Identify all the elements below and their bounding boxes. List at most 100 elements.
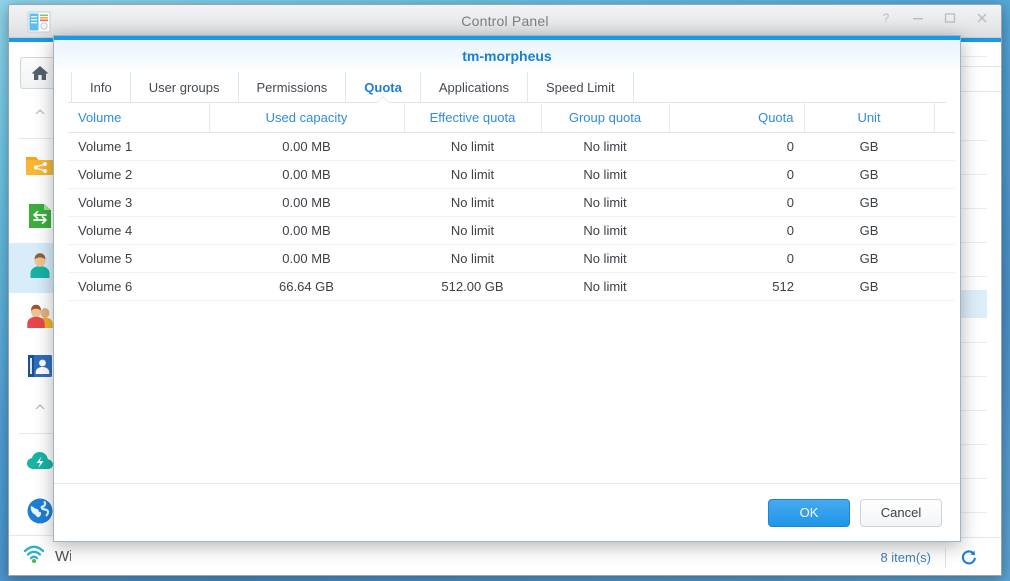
cell-group-quota: No limit (541, 160, 669, 188)
column-header-group-quota[interactable]: Group quota (541, 103, 669, 132)
refresh-icon[interactable] (946, 549, 987, 566)
cell-spacer (934, 216, 955, 244)
cell-used-capacity: 66.64 GB (209, 272, 404, 300)
cell-quota[interactable]: 0 (669, 244, 804, 272)
maximize-button[interactable] (943, 11, 957, 25)
help-button[interactable]: ? (879, 11, 893, 25)
close-button[interactable] (975, 11, 989, 25)
cell-spacer (934, 244, 955, 272)
quota-table-body: Volume 1 0.00 MB No limit No limit 0 GB … (68, 132, 955, 300)
cell-used-capacity: 0.00 MB (209, 160, 404, 188)
table-header-row: Volume Used capacity Effective quota Gro… (68, 103, 955, 132)
shared-folder-icon (25, 153, 55, 184)
cell-effective-quota: No limit (404, 216, 541, 244)
cell-effective-quota: No limit (404, 132, 541, 160)
cell-quota[interactable]: 0 (669, 216, 804, 244)
quota-table-header: Volume Used capacity Effective quota Gro… (68, 103, 955, 132)
cell-effective-quota: No limit (404, 244, 541, 272)
cell-spacer (934, 188, 955, 216)
chevron-up-icon-2: ^ (34, 402, 47, 420)
column-header-volume[interactable]: Volume (68, 103, 209, 132)
ok-button[interactable]: OK (768, 499, 850, 527)
tab-info-label: Info (90, 80, 112, 95)
wireless-icon (23, 545, 45, 568)
column-header-spacer (934, 103, 955, 132)
quota-panel: Volume Used capacity Effective quota Gro… (54, 103, 960, 483)
table-row[interactable]: Volume 4 0.00 MB No limit No limit 0 GB (68, 216, 955, 244)
cell-unit[interactable]: GB (804, 216, 934, 244)
tab-user-groups[interactable]: User groups (130, 72, 238, 103)
cell-used-capacity: 0.00 MB (209, 244, 404, 272)
window-controls: ? (879, 11, 989, 25)
user-edit-dialog: tm-morpheus Info User groups Permissions… (53, 35, 961, 542)
tab-quota[interactable]: Quota (345, 72, 420, 103)
dialog-header: tm-morpheus (54, 40, 960, 72)
column-header-quota[interactable]: Quota (669, 103, 804, 132)
cell-group-quota: No limit (541, 132, 669, 160)
table-row[interactable]: Volume 3 0.00 MB No limit No limit 0 GB (68, 188, 955, 216)
dialog-title: tm-morpheus (462, 48, 551, 64)
cell-group-quota: No limit (541, 216, 669, 244)
cell-group-quota: No limit (541, 244, 669, 272)
cell-unit[interactable]: GB (804, 272, 934, 300)
cell-spacer (934, 160, 955, 188)
svg-text:?: ? (883, 11, 890, 25)
table-row[interactable]: Volume 5 0.00 MB No limit No limit 0 GB (68, 244, 955, 272)
cloud-sync-icon (26, 449, 54, 478)
tab-quota-label: Quota (364, 80, 402, 95)
cell-effective-quota: 512.00 GB (404, 272, 541, 300)
dialog-footer: OK Cancel (54, 483, 960, 541)
cell-volume: Volume 5 (68, 244, 209, 272)
file-services-icon (26, 202, 54, 235)
cell-used-capacity: 0.00 MB (209, 188, 404, 216)
tab-permissions[interactable]: Permissions (238, 72, 346, 103)
network-icon (26, 497, 54, 530)
cell-spacer (934, 132, 955, 160)
cell-volume: Volume 2 (68, 160, 209, 188)
group-icon (25, 302, 55, 335)
quota-table: Volume Used capacity Effective quota Gro… (68, 103, 955, 301)
cell-quota[interactable]: 0 (669, 188, 804, 216)
cell-quota[interactable]: 0 (669, 132, 804, 160)
tab-applications-label: Applications (439, 80, 509, 95)
cell-group-quota: No limit (541, 188, 669, 216)
cell-unit[interactable]: GB (804, 244, 934, 272)
minimize-button[interactable] (911, 11, 925, 25)
cell-group-quota: No limit (541, 272, 669, 300)
dialog-tabs: Info User groups Permissions Quota Appli… (54, 72, 960, 103)
cell-used-capacity: 0.00 MB (209, 216, 404, 244)
domain-ldap-icon (27, 353, 53, 384)
cell-volume: Volume 3 (68, 188, 209, 216)
tab-user-groups-label: User groups (149, 80, 220, 95)
table-row[interactable]: Volume 6 66.64 GB 512.00 GB No limit 512… (68, 272, 955, 300)
item-count-label: 8 item(s) (880, 550, 945, 565)
tab-permissions-label: Permissions (257, 80, 328, 95)
status-bar: 8 item(s) (71, 537, 1001, 576)
cell-unit[interactable]: GB (804, 132, 934, 160)
tab-info[interactable]: Info (71, 72, 130, 103)
tab-speed-limit[interactable]: Speed Limit (527, 72, 634, 103)
table-row[interactable]: Volume 2 0.00 MB No limit No limit 0 GB (68, 160, 955, 188)
column-header-used-capacity[interactable]: Used capacity (209, 103, 404, 132)
cell-volume: Volume 1 (68, 132, 209, 160)
table-row[interactable]: Volume 1 0.00 MB No limit No limit 0 GB (68, 132, 955, 160)
tab-speed-limit-label: Speed Limit (546, 80, 615, 95)
cell-quota[interactable]: 0 (669, 160, 804, 188)
cell-effective-quota: No limit (404, 188, 541, 216)
window-titlebar[interactable]: Control Panel ? (9, 5, 1001, 38)
column-header-unit[interactable]: Unit (804, 103, 934, 132)
cell-unit[interactable]: GB (804, 188, 934, 216)
cell-volume: Volume 6 (68, 272, 209, 300)
cell-unit[interactable]: GB (804, 160, 934, 188)
cell-spacer (934, 272, 955, 300)
user-icon (26, 252, 54, 285)
chevron-up-icon: ^ (34, 107, 47, 125)
tab-applications[interactable]: Applications (420, 72, 527, 103)
cancel-button[interactable]: Cancel (860, 499, 942, 527)
column-header-effective-quota[interactable]: Effective quota (404, 103, 541, 132)
cell-volume: Volume 4 (68, 216, 209, 244)
cell-quota[interactable]: 512 (669, 272, 804, 300)
cell-used-capacity: 0.00 MB (209, 132, 404, 160)
window-title: Control Panel (9, 13, 1001, 29)
cell-effective-quota: No limit (404, 160, 541, 188)
